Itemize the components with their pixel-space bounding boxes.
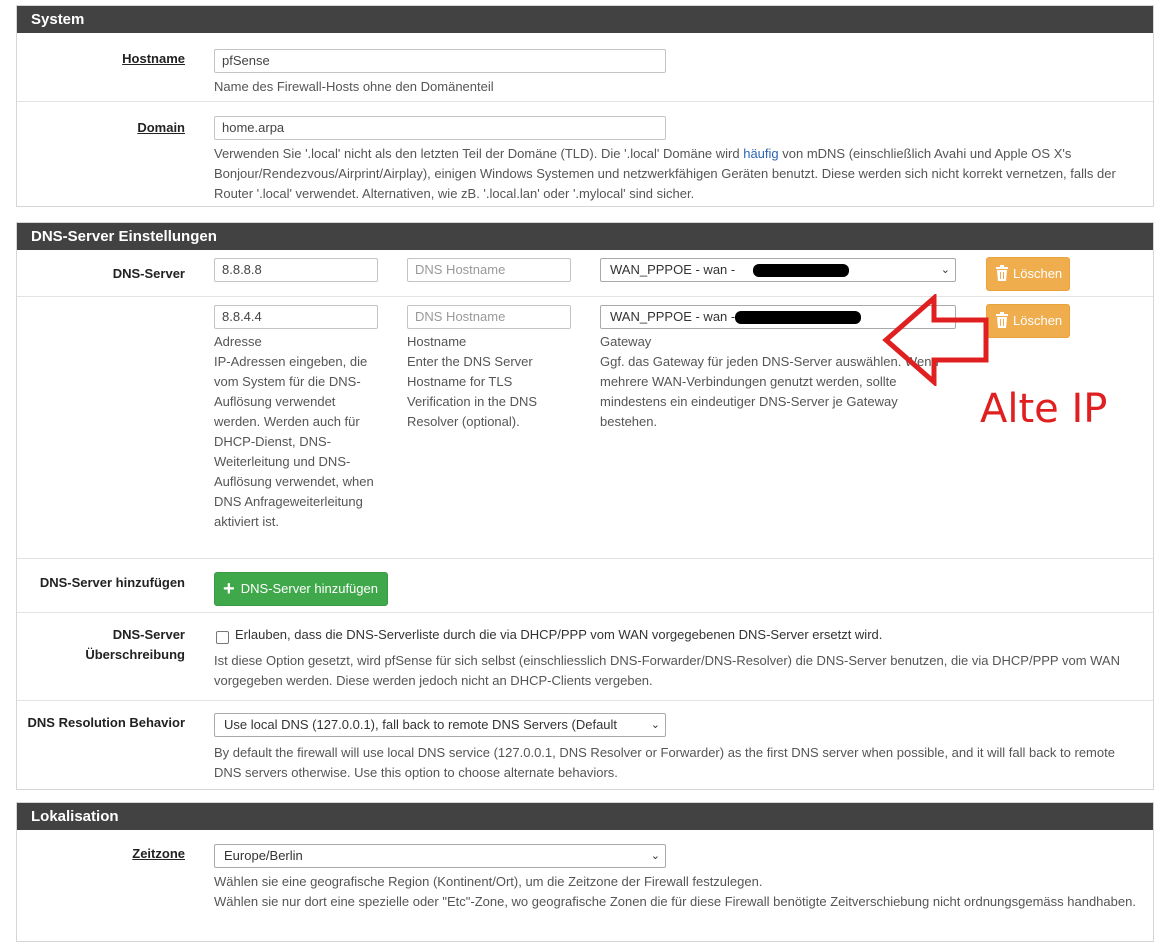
domain-row: Domain home.arpa Verwenden Sie '.local' … [17,102,1153,206]
timezone-help: Wählen sie eine geografische Region (Kon… [214,874,1136,909]
domain-help: Verwenden Sie '.local' nicht als den let… [214,146,1116,201]
dns-server-label: DNS-Server [112,266,185,281]
dns-override-help: Ist diese Option gesetzt, wird pfSense f… [214,653,1120,688]
timezone-select[interactable]: Europe/Berlin ⌄ [214,844,666,868]
trash-icon [996,312,1008,328]
hostname-help-col: Hostname Enter the DNS Server Hostname f… [407,332,567,432]
hostname-help-text: Enter the DNS Server Hostname for TLS Ve… [407,354,538,429]
timezone-row: Zeitzone Europe/Berlin ⌄ Wählen sie eine… [17,830,1153,940]
address-help-title: Adresse [214,334,262,349]
delete-button-2[interactable]: Löschen [986,304,1070,338]
chevron-down-icon: ⌄ [940,264,950,276]
domain-input[interactable]: home.arpa [214,116,666,140]
dns-override-row: DNS-Server Überschreibung Erlauben, dass… [17,613,1153,701]
dns-resolution-label: DNS Resolution Behavior [27,715,185,730]
dns-override-label: DNS-Server Überschreibung [85,627,185,662]
redaction-bar [735,311,861,324]
dns-override-checkbox-label: Erlauben, dass die DNS-Serverliste durch… [235,627,883,642]
address-help: Adresse IP-Adressen eingeben, die vom Sy… [214,332,384,532]
plus-icon: + [223,578,235,600]
dns-resolution-select[interactable]: Use local DNS (127.0.0.1), fall back to … [214,713,666,737]
delete-button-1[interactable]: Löschen [986,257,1070,291]
address-help-text: IP-Adressen eingeben, die vom System für… [214,354,374,529]
chevron-down-icon: ⌄ [650,719,660,731]
dns-address-input-1[interactable]: 8.8.8.8 [214,258,378,282]
localisation-panel: Lokalisation Zeitzone Europe/Berlin ⌄ Wä… [16,802,1154,942]
haeufig-link[interactable]: häufig [743,146,778,161]
hostname-label: Hostname [122,51,185,66]
hostname-help-title: Hostname [407,334,467,349]
system-heading: System [17,6,1153,33]
redaction-bar [753,264,849,277]
dns-hostname-input-1[interactable]: DNS Hostname [407,258,571,282]
hostname-input[interactable]: pfSense [214,49,666,73]
chevron-down-icon: ⌄ [650,850,660,862]
hostname-row: Hostname pfSense Name des Firewall-Hosts… [17,33,1153,102]
dns-address-input-2[interactable]: 8.8.4.4 [214,305,378,329]
hostname-help: Name des Firewall-Hosts ohne den Domänen… [214,79,494,94]
trash-icon [996,265,1008,281]
dns-add-label: DNS-Server hinzufügen [39,575,185,590]
domain-label: Domain [137,120,185,135]
annotation-text: Alte IP [980,386,1108,432]
dns-resolution-help: By default the firewall will use local D… [214,745,1115,780]
timezone-label: Zeitzone [132,846,185,861]
dns-server-row-1: DNS-Server 8.8.8.8 DNS Hostname WAN_PPPO… [17,250,1153,297]
dns-add-row: DNS-Server hinzufügen + DNS-Server hinzuf… [17,559,1153,613]
annotation-arrow [882,294,989,386]
localisation-heading: Lokalisation [17,803,1153,830]
system-panel: System Hostname pfSense Name des Firewal… [16,5,1154,207]
dns-hostname-input-2[interactable]: DNS Hostname [407,305,571,329]
dns-heading: DNS-Server Einstellungen [17,223,1153,250]
dns-resolution-row: DNS Resolution Behavior Use local DNS (1… [17,701,1153,790]
add-dns-server-button[interactable]: + DNS-Server hinzufügen [214,572,388,606]
dns-override-checkbox[interactable] [216,631,229,644]
